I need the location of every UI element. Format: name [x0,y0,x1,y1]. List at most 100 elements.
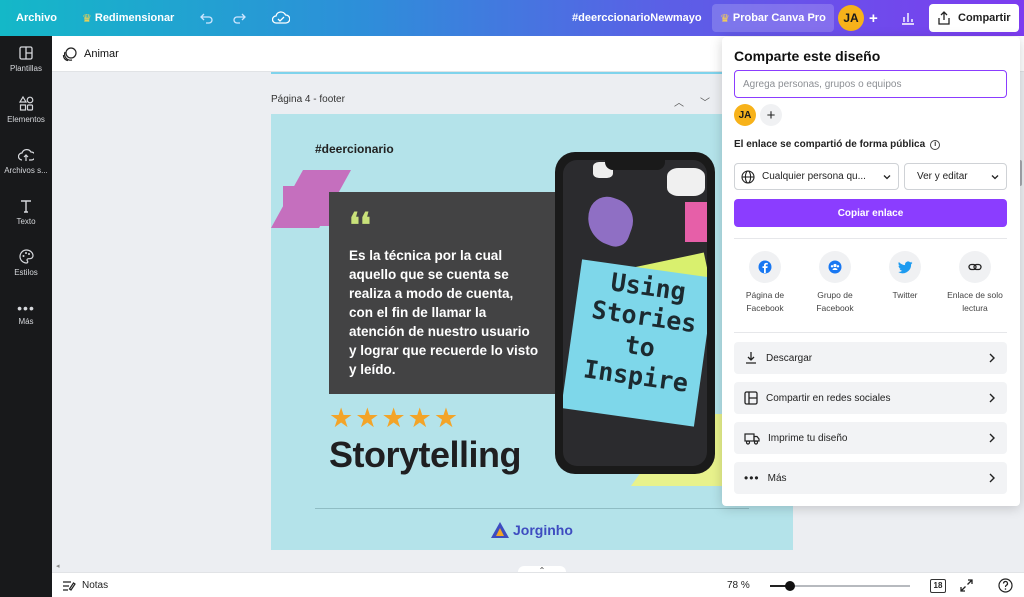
sidebar-item-label: Elementos [7,115,45,124]
notes-icon [63,580,76,591]
expand-icon [960,579,973,592]
share-label: Compartir [958,12,1011,24]
design-hashtag[interactable]: #deercionario [315,142,394,156]
cloud-check-icon [272,11,290,24]
quote-box[interactable]: ❛❛ Es la técnica por la cual aquello que… [329,192,555,394]
chevron-right-icon [989,393,995,403]
phone-notch [605,160,665,170]
fullscreen-button[interactable] [960,573,973,597]
rating-stars[interactable]: ★ ★ ★ ★ ★ [329,404,460,432]
undo-button[interactable] [200,0,214,36]
permission-select[interactable]: Ver y editar [904,163,1007,190]
headline[interactable]: Storytelling [329,434,522,476]
left-sidebar: Plantillas Elementos Archivos s... Texto… [0,36,52,597]
scroll-left-icon[interactable]: ◂ [56,562,60,570]
social-share-icon [744,391,758,405]
file-menu[interactable]: Archivo [16,0,57,36]
plus-icon: + [766,106,776,124]
try-pro-label: Probar Canva Pro [732,12,826,24]
phone-screen: Using Stories to Inspire [563,160,707,466]
share-panel: Comparte este diseño JA + El enlace se c… [722,37,1020,506]
sidebar-item-styles[interactable]: Estilos [0,240,52,286]
top-bar: Archivo ♛ Redimensionar #deerccionarioNe… [0,0,1024,36]
design-page[interactable]: #deercionario ❛❛ Es la técnica por la cu… [271,114,793,550]
action-label: Descargar [766,352,813,364]
page-grid-button[interactable]: 18 [930,573,946,597]
text-icon [21,199,31,213]
info-icon[interactable]: i [930,139,941,150]
sidebar-item-templates[interactable]: Plantillas [0,36,52,82]
more-actions[interactable]: ••• Más [734,462,1007,494]
avatar: JA [838,5,864,31]
star-icon: ★ [407,403,432,433]
sticky-note-text: Using Stories to Inspire [581,267,699,398]
print-action[interactable]: Imprime tu diseño [734,422,1007,454]
sidebar-item-label: Texto [16,216,36,226]
redo-button[interactable] [232,0,246,36]
share-button[interactable]: Compartir [929,4,1019,32]
help-button[interactable] [998,573,1013,597]
redo-icon [233,13,246,24]
animate-icon [62,46,77,61]
share-facebook-group[interactable]: Grupo de Facebook [802,251,868,315]
undo-icon [200,13,213,24]
twitter-icon [889,251,921,283]
chevron-right-icon [989,353,995,363]
sidebar-item-label: Más [18,316,34,326]
user-avatar[interactable]: JA [838,0,864,36]
upload-icon [18,148,34,161]
star-icon: ★ [355,403,380,433]
crumpled-paper [667,168,705,196]
divider [734,238,1007,239]
sidebar-item-more[interactable]: ••• Más [0,291,52,337]
insights-button[interactable] [900,0,916,36]
brand-logo[interactable]: Jorginho [491,522,573,538]
share-twitter[interactable]: Twitter [872,251,938,302]
elements-icon [18,96,33,111]
animate-button[interactable]: Animar [62,36,119,72]
crumpled-paper [580,191,640,251]
cloud-save-button[interactable] [272,0,290,36]
copy-link-button[interactable]: Copiar enlace [734,199,1007,227]
more-icon: ••• [744,471,760,485]
social-label: Twitter [892,290,918,300]
phone-mockup[interactable]: Using Stories to Inspire [555,152,715,474]
notes-button[interactable]: Notas [62,573,108,597]
bottom-bar: Notas 78 % 18 [52,572,1024,597]
share-facebook-page[interactable]: Página de Facebook [732,251,798,315]
sidebar-item-elements[interactable]: Elementos [0,87,52,133]
bar-chart-icon [902,13,914,25]
move-page-down-button[interactable]: ﹀ [700,94,710,109]
chevron-down-icon: ﹀ [700,98,710,109]
access-select[interactable]: Cualquier persona qu... [734,163,899,190]
sidebar-item-text[interactable]: Texto [0,189,52,235]
quote-text[interactable]: Es la técnica por la cual aquello que se… [349,246,539,379]
add-people-input[interactable] [734,70,1007,98]
chevron-right-icon [989,433,995,443]
notes-label: Notas [82,580,109,591]
globe-icon [741,169,755,184]
download-icon [746,352,756,364]
decorative-shape[interactable] [283,186,333,226]
sidebar-item-label: Estilos [14,268,38,277]
sidebar-item-uploads[interactable]: Archivos s... [0,138,52,184]
download-action[interactable]: Descargar [734,342,1007,374]
crumpled-paper [685,202,707,242]
add-person-button[interactable]: + [760,104,782,126]
star-icon: ★ [433,403,459,433]
avatar[interactable]: JA [734,104,756,126]
read-only-link[interactable]: Enlace de solo lectura [942,251,1008,315]
try-pro-button[interactable]: ♛ Probar Canva Pro [712,4,834,32]
brand-name: Jorginho [513,522,573,538]
zoom-slider-thumb[interactable] [785,581,795,591]
zoom-level[interactable]: 78 % [727,573,750,597]
social-share-action[interactable]: Compartir en redes sociales [734,382,1007,414]
resize-button[interactable]: ♛ Redimensionar [82,0,174,36]
move-page-up-button[interactable]: ︿ [674,94,684,109]
brand-logo-icon [491,522,509,538]
link-status: El enlace se compartió de forma pública … [734,139,941,150]
design-title[interactable]: #deerccionarioNewmayo [572,0,702,36]
add-collaborator-button[interactable]: + [869,0,878,36]
page-label[interactable]: Página 4 - footer [271,94,345,105]
sidebar-item-label: Archivos s... [4,165,48,175]
